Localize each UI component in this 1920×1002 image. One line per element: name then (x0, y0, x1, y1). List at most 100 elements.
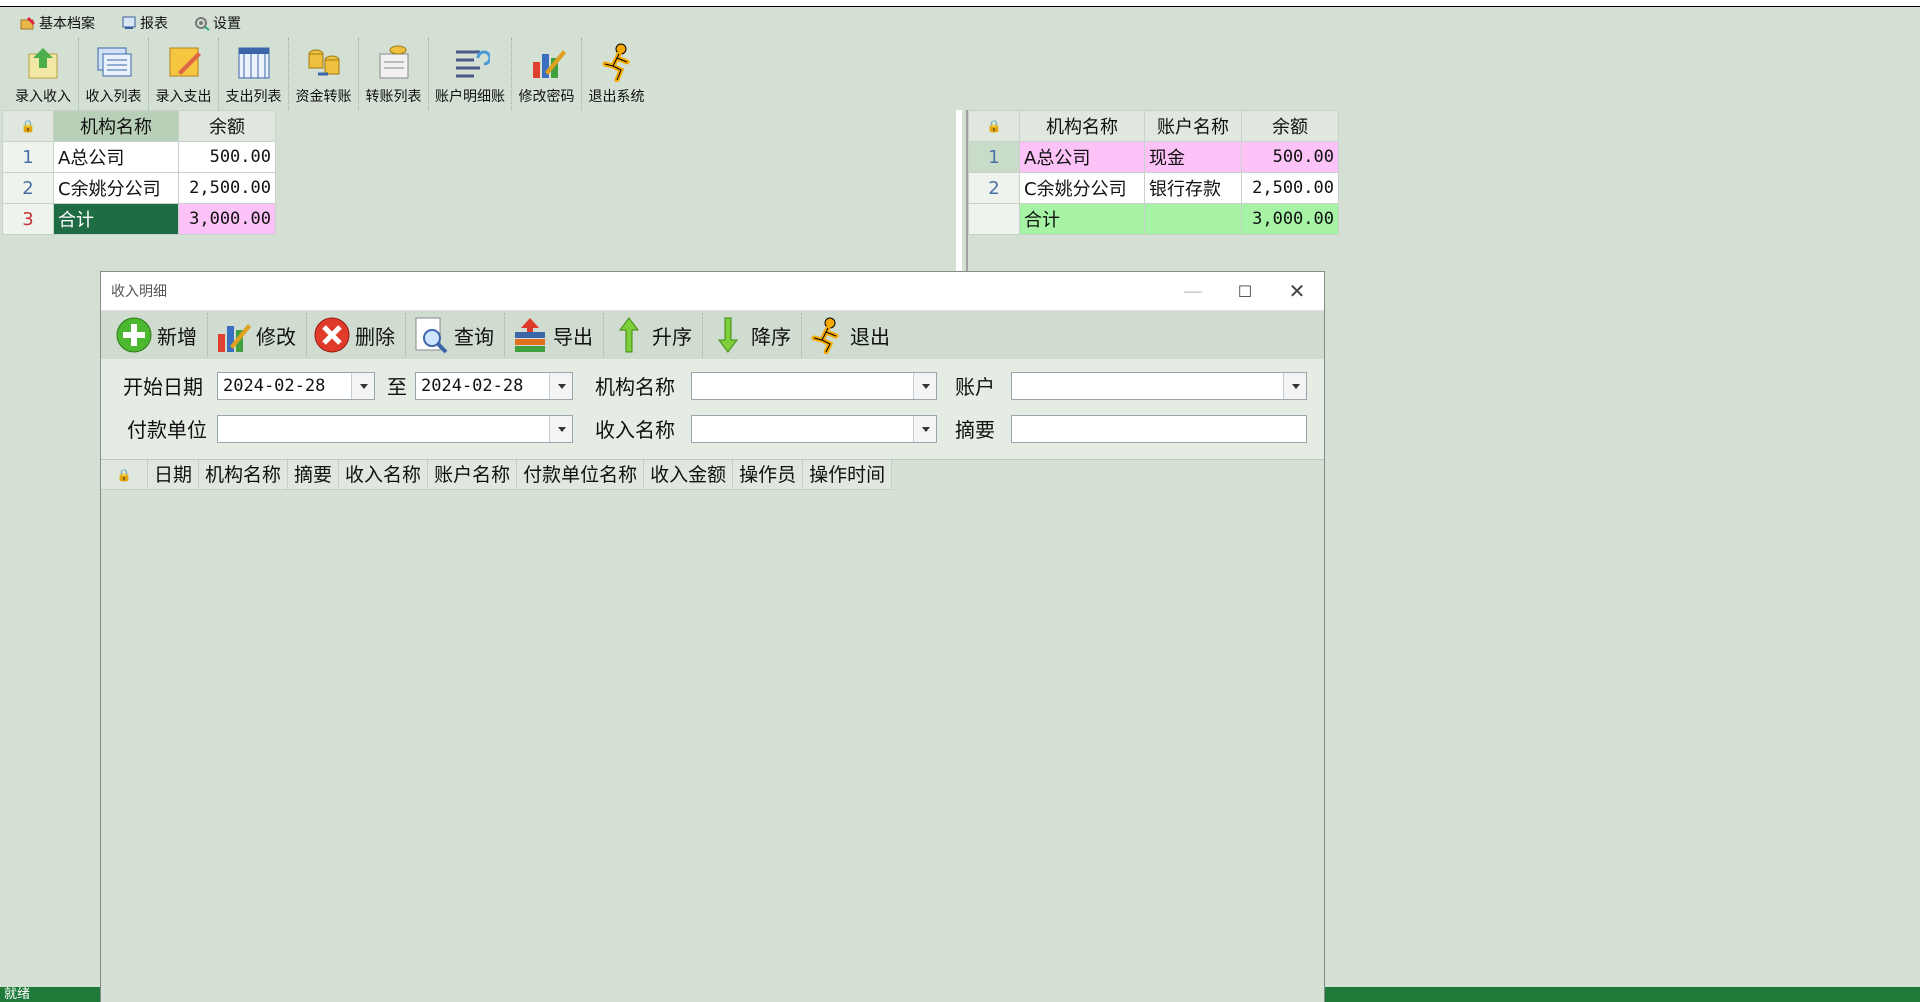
exit-button[interactable]: 退出 (802, 313, 900, 357)
table-row[interactable]: 1 A总公司 500.00 (2, 141, 276, 173)
column-header-org[interactable]: 机构名称 (1019, 110, 1145, 142)
total-label-cell[interactable]: 合计 (53, 203, 179, 235)
account-ledger-button[interactable]: 账户明细账 (428, 38, 511, 110)
chevron-down-icon[interactable] (913, 416, 936, 442)
minimize-icon[interactable]: — (1170, 272, 1216, 310)
change-password-button[interactable]: 修改密码 (511, 38, 581, 110)
column-header-org[interactable]: 机构名称 (199, 460, 289, 490)
row-number (968, 203, 1020, 235)
query-button[interactable]: 查询 (406, 313, 505, 357)
export-button[interactable]: 导出 (505, 313, 604, 357)
add-circle-icon (115, 316, 153, 354)
account-name-cell[interactable]: 现金 (1144, 141, 1242, 173)
sort-ascending-button[interactable]: 升序 (604, 313, 703, 357)
search-doc-icon (412, 316, 450, 354)
transfer-list-button[interactable]: 转账列表 (358, 38, 428, 110)
sort-descending-button[interactable]: 降序 (703, 313, 802, 357)
org-name-cell[interactable]: A总公司 (53, 141, 179, 173)
maximize-icon[interactable]: ☐ (1222, 272, 1268, 310)
table-row-total[interactable]: 3 合计 3,000.00 (2, 203, 276, 235)
total-balance-cell[interactable]: 3,000.00 (1241, 203, 1339, 235)
org-name-label: 机构名称 (595, 375, 675, 399)
exit-runner-icon (808, 316, 846, 355)
end-date-value: 2024-02-28 (421, 376, 524, 396)
org-name-cell[interactable]: A总公司 (1019, 141, 1145, 173)
income-detail-dialog: 收入明细 — ☐ ✕ 新增 修改 删除 查询 导出 升序 降序 退出 开始日期 … (100, 271, 1325, 1002)
payer-select[interactable] (217, 415, 573, 443)
column-header-operator[interactable]: 操作员 (733, 460, 804, 490)
total-balance-cell[interactable]: 3,000.00 (178, 203, 276, 235)
income-entry-icon (23, 42, 63, 82)
chevron-down-icon[interactable] (1283, 373, 1306, 399)
row-number: 3 (2, 203, 54, 235)
summary-label: 摘要 (955, 418, 995, 442)
export-icon (511, 316, 549, 354)
column-header-summary[interactable]: 摘要 (288, 460, 340, 490)
exit-system-button[interactable]: 退出系统 (581, 38, 651, 110)
income-list-button[interactable]: 收入列表 (78, 38, 148, 110)
column-header-balance[interactable]: 余额 (1241, 110, 1339, 142)
grid-header-row: 🔒 日期 机构名称 摘要 收入名称 账户名称 付款单位名称 收入金额 操作员 操… (101, 460, 1324, 490)
income-entry-button[interactable]: 录入收入 (8, 38, 78, 110)
lock-icon: 🔒 (2, 110, 54, 142)
payer-label: 付款单位 (127, 418, 207, 442)
table-row[interactable]: 2 C余姚分公司 2,500.00 (2, 172, 276, 204)
chevron-down-icon[interactable] (549, 373, 572, 399)
report-icon (121, 15, 137, 31)
to-label: 至 (387, 375, 407, 399)
lock-icon: 🔒 (968, 110, 1020, 142)
table-header-row: 🔒 机构名称 账户名称 余额 (968, 110, 1339, 142)
close-icon[interactable]: ✕ (1274, 272, 1320, 310)
balance-cell[interactable]: 500.00 (1241, 141, 1339, 173)
account-select[interactable] (1011, 372, 1307, 400)
balance-cell[interactable]: 2,500.00 (1241, 172, 1339, 204)
delete-button[interactable]: 删除 (307, 313, 406, 357)
chevron-down-icon[interactable] (913, 373, 936, 399)
balance-cell[interactable]: 500.00 (178, 141, 276, 173)
summary-input[interactable] (1011, 415, 1307, 443)
balance-cell[interactable]: 2,500.00 (178, 172, 276, 204)
dialog-title-bar[interactable]: 收入明细 — ☐ ✕ (101, 272, 1324, 310)
menu-basic-files[interactable]: 基本档案 (14, 11, 101, 35)
total-label-cell[interactable]: 合计 (1019, 203, 1145, 235)
row-number: 2 (968, 172, 1020, 204)
column-header-account[interactable]: 账户名称 (1144, 110, 1242, 142)
org-name-select[interactable] (691, 372, 937, 400)
table-row[interactable]: 2 C余姚分公司 银行存款 2,500.00 (968, 172, 1339, 204)
table-row-total[interactable]: 合计 3,000.00 (968, 203, 1339, 235)
total-account-cell[interactable] (1144, 203, 1242, 235)
column-header-income-name[interactable]: 收入名称 (339, 460, 429, 490)
expense-list-button[interactable]: 支出列表 (218, 38, 288, 110)
chevron-down-icon[interactable] (549, 416, 572, 442)
start-date-picker[interactable]: 2024-02-28 (217, 372, 375, 400)
income-detail-grid[interactable]: 🔒 日期 机构名称 摘要 收入名称 账户名称 付款单位名称 收入金额 操作员 操… (101, 459, 1324, 1002)
org-name-cell[interactable]: C余姚分公司 (1019, 172, 1145, 204)
column-header-operation-time[interactable]: 操作时间 (803, 460, 893, 490)
menu-settings[interactable]: 设置 (188, 11, 247, 35)
column-header-org[interactable]: 机构名称 (53, 110, 179, 142)
account-label: 账户 (955, 375, 995, 399)
chevron-down-icon[interactable] (351, 373, 374, 399)
expense-entry-button[interactable]: 录入支出 (148, 38, 218, 110)
add-button[interactable]: 新增 (109, 313, 208, 357)
column-header-date[interactable]: 日期 (148, 460, 200, 490)
account-name-cell[interactable]: 银行存款 (1144, 172, 1242, 204)
settings-icon (194, 15, 210, 31)
filter-panel: 开始日期 2024-02-28 至 2024-02-28 机构名称 账户 付款单… (101, 359, 1324, 459)
menu-bar: 基本档案 报表 设置 (0, 8, 1920, 38)
transfer-list-icon (374, 42, 414, 82)
column-header-account-name[interactable]: 账户名称 (428, 460, 518, 490)
table-row[interactable]: 1 A总公司 现金 500.00 (968, 141, 1339, 173)
edit-button[interactable]: 修改 (208, 313, 307, 357)
org-name-cell[interactable]: C余姚分公司 (53, 172, 179, 204)
income-name-select[interactable] (691, 415, 937, 443)
row-number: 2 (2, 172, 54, 204)
column-header-payer-name[interactable]: 付款单位名称 (517, 460, 645, 490)
end-date-picker[interactable]: 2024-02-28 (415, 372, 573, 400)
fund-transfer-button[interactable]: 资金转账 (288, 38, 358, 110)
delete-circle-icon (313, 316, 351, 354)
menu-reports[interactable]: 报表 (115, 11, 174, 35)
column-header-income-amount[interactable]: 收入金额 (644, 460, 734, 490)
account-ledger-icon (450, 42, 492, 82)
column-header-balance[interactable]: 余额 (178, 110, 276, 142)
